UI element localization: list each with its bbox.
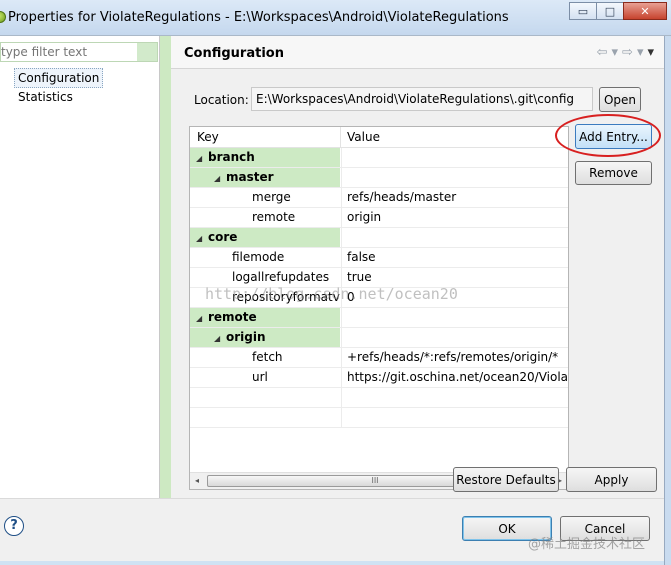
back-menu-icon[interactable]: ▾ — [612, 45, 619, 60]
pane-splitter[interactable] — [160, 36, 171, 498]
column-header-value[interactable]: Value — [347, 130, 380, 144]
value-cell — [341, 328, 568, 347]
value-cell: +refs/heads/*:refs/remotes/origin/* — [341, 348, 568, 367]
column-header-key[interactable]: Key — [197, 130, 219, 144]
key-text: logallrefupdates — [232, 270, 330, 284]
key-text: url — [252, 370, 268, 384]
expand-triangle-icon[interactable]: ◢ — [196, 149, 208, 167]
window-controls: ▭ □ ✕ — [569, 2, 667, 20]
value-cell: https://git.oschina.net/ocean20/ViolateR… — [341, 368, 568, 387]
tree-item-statistics[interactable]: Statistics — [0, 88, 158, 108]
key-cell: remote — [190, 208, 340, 227]
key-cell — [190, 408, 340, 427]
forward-menu-icon[interactable]: ▾ — [637, 45, 644, 60]
key-cell: filemode — [190, 248, 340, 267]
filter-clear-icon[interactable] — [137, 43, 157, 61]
expand-triangle-icon[interactable]: ◢ — [196, 309, 208, 327]
value-cell — [341, 148, 568, 167]
window-title: Properties for ViolateRegulations - E:\W… — [8, 10, 509, 25]
filter-input[interactable] — [1, 43, 137, 61]
key-cell: ◢ core — [190, 228, 340, 247]
table-row[interactable]: filemode false — [190, 248, 568, 268]
key-cell: ◢ origin — [190, 328, 340, 347]
key-cell: ◢ branch — [190, 148, 340, 167]
key-cell: fetch — [190, 348, 340, 367]
open-button[interactable]: Open — [599, 87, 641, 112]
table-row[interactable]: ◢ branch — [190, 148, 568, 168]
key-text: master — [226, 170, 274, 184]
table-row[interactable]: fetch +refs/heads/*:refs/remotes/origin/* — [190, 348, 568, 368]
value-cell — [341, 228, 568, 247]
highlight-annotation — [555, 114, 661, 157]
page-title: Configuration — [184, 46, 284, 61]
key-text: remote — [208, 310, 257, 324]
value-cell — [341, 308, 568, 327]
tree-item-configuration[interactable]: Configuration — [0, 68, 158, 88]
table-row[interactable]: remote origin — [190, 208, 568, 228]
expand-triangle-icon[interactable]: ◢ — [196, 229, 208, 247]
restore-defaults-button[interactable]: Restore Defaults — [453, 467, 559, 492]
table-row[interactable]: ◢ origin — [190, 328, 568, 348]
back-arrow-icon[interactable]: ⇦ — [597, 45, 608, 60]
view-menu-icon[interactable]: ▾ — [647, 45, 654, 60]
configuration-page: Configuration ⇦ ▾ ⇨ ▾ ▾ Location: E:\Wor… — [171, 36, 664, 498]
key-text: merge — [252, 190, 291, 204]
key-text: branch — [208, 150, 255, 164]
scroll-left-icon[interactable]: ◂ — [195, 476, 199, 485]
page-tree: Configuration Statistics — [0, 68, 158, 108]
table-row[interactable] — [190, 408, 568, 428]
key-cell: url — [190, 368, 340, 387]
remove-button[interactable]: Remove — [575, 161, 652, 185]
table-row[interactable] — [190, 388, 568, 408]
key-cell — [190, 388, 340, 407]
key-text: remote — [252, 210, 296, 224]
history-nav: ⇦ ▾ ⇨ ▾ ▾ — [597, 45, 654, 60]
page-header: Configuration ⇦ ▾ ⇨ ▾ ▾ — [171, 36, 664, 69]
watermark-text: http://blog.csdn.net/ocean20 — [205, 285, 458, 303]
key-cell: ◢ remote — [190, 308, 340, 327]
key-text: filemode — [232, 250, 285, 264]
table-row[interactable]: ◢ core — [190, 228, 568, 248]
value-cell: false — [341, 248, 568, 267]
apply-button[interactable]: Apply — [566, 467, 657, 492]
tree-item-label: Statistics — [18, 90, 73, 104]
config-table[interactable]: Key Value ◢ branch ◢ master merge refs/heads/… — [189, 126, 569, 490]
table-header: Key Value — [190, 127, 568, 148]
column-divider[interactable] — [340, 127, 341, 148]
value-cell — [341, 168, 568, 187]
key-text: origin — [226, 330, 266, 344]
table-row[interactable]: ◢ remote — [190, 308, 568, 328]
table-row[interactable]: url https://git.oschina.net/ocean20/Viola… — [190, 368, 568, 388]
value-cell: refs/heads/master — [341, 188, 568, 207]
filter-box — [0, 42, 158, 62]
expand-triangle-icon[interactable]: ◢ — [214, 329, 226, 347]
maximize-button[interactable]: □ — [596, 2, 624, 20]
watermark-corner: @稀土掘金技术社区 — [528, 537, 646, 552]
expand-triangle-icon[interactable]: ◢ — [214, 169, 226, 187]
table-row[interactable]: ◢ master — [190, 168, 568, 188]
value-cell — [341, 388, 568, 407]
table-row[interactable]: merge refs/heads/master — [190, 188, 568, 208]
key-cell: merge — [190, 188, 340, 207]
preferences-tree-pane: Configuration Statistics — [0, 36, 160, 498]
location-field: E:\Workspaces\Android\ViolateRegulations… — [251, 87, 593, 111]
close-button[interactable]: ✕ — [623, 2, 667, 20]
forward-arrow-icon[interactable]: ⇨ — [622, 45, 633, 60]
eclipse-app-icon — [0, 11, 6, 23]
value-cell: origin — [341, 208, 568, 227]
window-border — [664, 36, 671, 565]
location-label: Location: — [194, 93, 249, 107]
title-bar: Properties for ViolateRegulations - E:\W… — [0, 0, 671, 36]
minimize-button[interactable]: ▭ — [569, 2, 597, 20]
value-cell — [341, 408, 568, 427]
key-cell: ◢ master — [190, 168, 340, 187]
help-icon[interactable]: ? — [4, 516, 24, 536]
key-text: fetch — [252, 350, 283, 364]
key-text: core — [208, 230, 238, 244]
tree-item-label: Configuration — [14, 68, 104, 88]
